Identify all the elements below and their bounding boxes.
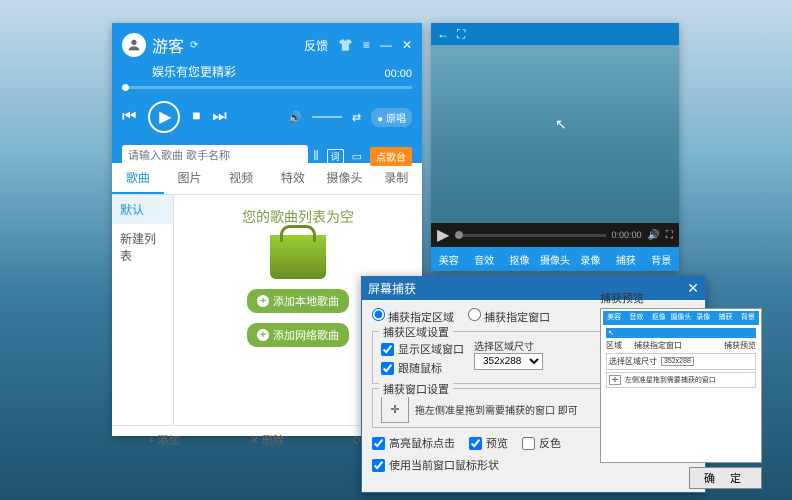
preview-panel: 捕获预览 美容 音效 抠像 摄像头 录像 捕获 背景 ↖ 区域 捕获指定窗口 捕获… [600, 290, 762, 489]
radio-window[interactable]: 捕获指定窗口 [468, 308, 550, 325]
region-group-title: 捕获区域设置 [379, 324, 453, 340]
shuffle-icon[interactable]: ⇄ [352, 111, 361, 124]
volume-icon[interactable]: 🔊 [288, 111, 302, 124]
volume-slider[interactable] [312, 116, 342, 118]
pb-window: 捕获指定窗口 [634, 340, 682, 351]
lyric-toggle[interactable]: 词 [327, 149, 344, 164]
sidebar: 默认 新建列表 [112, 195, 174, 425]
tv-icon[interactable]: ▭ [352, 150, 362, 163]
prev-icon[interactable]: ⏮ [122, 108, 136, 126]
pb-prev-label: 捕获预览 [724, 340, 756, 351]
vtab-sound[interactable]: 音效 [466, 247, 501, 271]
check-preview[interactable]: 预览 [469, 435, 508, 451]
check-invert[interactable]: 反色 [522, 435, 561, 451]
pbtab-3: 摄像头 [670, 311, 692, 325]
feedback-link[interactable]: 反馈 [304, 37, 328, 54]
equalizer-icon[interactable]: ⫼ [314, 150, 319, 163]
cursor-icon: ↖ [555, 116, 567, 133]
footer-delete[interactable]: ✕ 删除 [215, 426, 318, 454]
original-toggle[interactable]: ● 原唱 [371, 108, 412, 127]
minimize-icon[interactable]: — [380, 38, 392, 52]
vtab-camera[interactable]: 摄像头 [537, 247, 572, 271]
check-highlight[interactable]: 高亮鼠标点击 [372, 435, 455, 451]
pbtab-2: 抠像 [648, 311, 670, 325]
video-tabs: 美容 音效 抠像 摄像头 录像 捕获 背景 [431, 247, 679, 271]
tab-effects[interactable]: 特效 [267, 163, 319, 194]
refresh-icon[interactable]: ⟳ [190, 40, 198, 51]
pbtab-4: 录像 [692, 311, 714, 325]
tab-songs[interactable]: 歌曲 [112, 163, 164, 194]
video-player-window: ← ⛶ ↖ ▶ 0:00:00 🔊 ⛶ 美容 音效 抠像 摄像头 录像 捕获 背… [431, 23, 679, 271]
vtab-beauty[interactable]: 美容 [431, 247, 466, 271]
tab-videos[interactable]: 视频 [215, 163, 267, 194]
expand-icon[interactable]: ⛶ [457, 27, 465, 42]
empty-message: 您的歌曲列表为空 [242, 207, 354, 227]
user-info[interactable]: 游客 ⟳ [122, 33, 198, 57]
preview-title: 捕获预览 [600, 290, 762, 306]
add-network-button[interactable]: +添加网络歌曲 [247, 323, 349, 347]
check-show-region[interactable]: 显示区域窗口 [381, 341, 464, 357]
vtab-bg[interactable]: 背景 [644, 247, 679, 271]
video-controls: ▶ 0:00:00 🔊 ⛶ [431, 223, 679, 247]
video-progress[interactable] [455, 234, 605, 237]
add-local-button[interactable]: +添加本地歌曲 [247, 289, 349, 313]
preview-box: 美容 音效 抠像 摄像头 录像 捕获 背景 ↖ 区域 捕获指定窗口 捕获预览 选择… [600, 308, 762, 463]
play-button[interactable]: ▶ [148, 101, 180, 133]
crosshair-icon[interactable]: ✛ [381, 395, 409, 423]
check-follow-mouse[interactable]: 跟随鼠标 [381, 360, 464, 376]
menu-icon[interactable]: ≡ [363, 38, 370, 52]
pb-size-label: 选择区域尺寸 [609, 356, 657, 367]
pb-arrow-icon: ↖ [606, 328, 756, 338]
pbtab-5: 捕获 [714, 311, 736, 325]
username: 游客 [152, 33, 184, 57]
vtab-matting[interactable]: 抠像 [502, 247, 537, 271]
dialog-title: 屏幕捕获 [368, 280, 416, 297]
sidebar-item-new[interactable]: 新建列表 [112, 224, 173, 270]
music-tabs: 歌曲 图片 视频 特效 摄像头 录制 [112, 163, 422, 195]
video-volume-icon[interactable]: 🔊 [648, 230, 660, 241]
progress-bar[interactable] [122, 86, 412, 89]
radio-region[interactable]: 捕获指定区域 [372, 308, 454, 325]
video-canvas[interactable]: ↖ [431, 45, 679, 223]
pbtab-1: 音效 [625, 311, 647, 325]
close-icon[interactable]: ✕ [402, 38, 412, 52]
basket-icon [270, 235, 326, 279]
video-fullscreen-icon[interactable]: ⛶ [666, 230, 673, 241]
sidebar-item-default[interactable]: 默认 [112, 195, 173, 224]
vtab-capture[interactable]: 捕获 [608, 247, 643, 271]
footer-add[interactable]: + 添加 [112, 426, 215, 454]
stop-icon[interactable]: ⏹ [192, 108, 200, 126]
pbtab-6: 背景 [737, 311, 759, 325]
vtab-record[interactable]: 录像 [573, 247, 608, 271]
pb-hint: 左侧准星拖到需要捕获的窗口 [625, 375, 716, 385]
tab-camera[interactable]: 摄像头 [319, 163, 371, 194]
video-header: ← ⛶ [431, 23, 679, 45]
shirt-icon[interactable]: 👕 [338, 38, 353, 52]
pb-region: 区域 [606, 340, 622, 351]
avatar [122, 33, 146, 57]
music-player-header: 游客 ⟳ 反馈 👕 ≡ — ✕ 娱乐有您更精彩 00:00 ⏮ ▶ ⏹ ⏭ 🔊 [112, 23, 422, 163]
video-play-button[interactable]: ▶ [437, 225, 449, 245]
pb-size-value: 352x288 [661, 357, 694, 366]
back-icon[interactable]: ← [437, 27, 449, 41]
ok-button[interactable]: 确 定 [689, 467, 762, 489]
size-select[interactable]: 352x288 [474, 353, 543, 370]
tab-record[interactable]: 录制 [370, 163, 422, 194]
window-group-title: 捕获窗口设置 [379, 381, 453, 397]
next-icon[interactable]: ⏭ [212, 108, 226, 126]
video-time: 0:00:00 [612, 230, 642, 240]
size-label: 选择区域尺寸 [474, 338, 543, 353]
pbtab-0: 美容 [603, 311, 625, 325]
window-hint: 拖左侧准星拖到需要捕获的窗口 即可 [415, 402, 578, 417]
tab-images[interactable]: 图片 [164, 163, 216, 194]
